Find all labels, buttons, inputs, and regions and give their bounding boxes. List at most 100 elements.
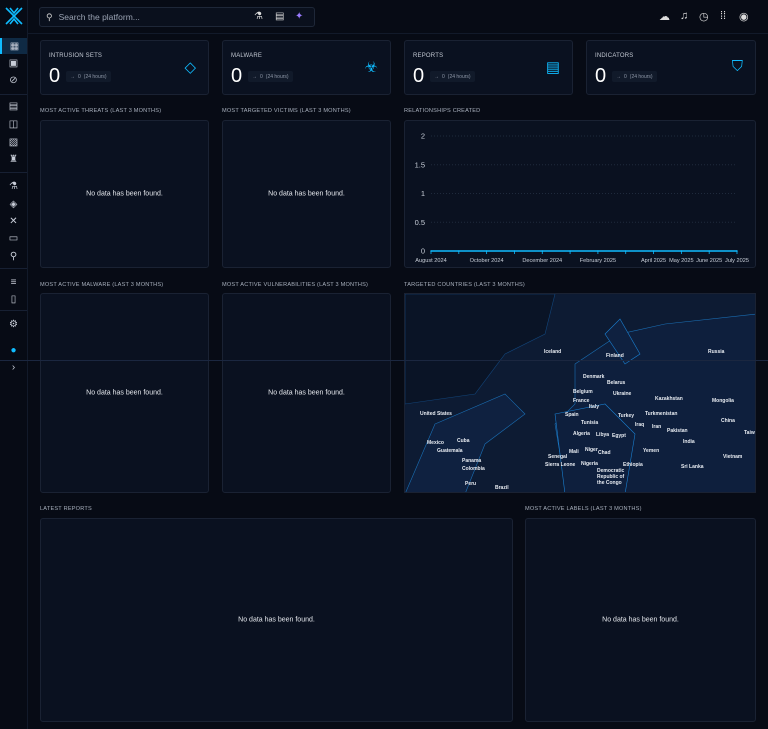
section-title: MOST ACTIVE LABELS (LAST 3 MONTHS) <box>525 506 642 512</box>
section-title: MOST TARGETED VICTIMS (LAST 3 MONTHS) <box>222 108 351 114</box>
nav-techniques[interactable]: ◈ <box>0 196 27 212</box>
section-title: MOST ACTIVE MALWARE (LAST 3 MONTHS) <box>40 282 164 288</box>
map-country-label: Pakistan <box>667 428 688 434</box>
data-point <box>652 250 655 252</box>
nav-dashboard[interactable]: ▦ <box>0 38 27 54</box>
map-country-label: Yemen <box>643 448 660 454</box>
apps-grid-icon[interactable]: ⁞⁞ <box>720 10 726 22</box>
stat-card-malware[interactable]: MALWARE 0 → 0 (24 hours) ☣ <box>222 40 391 95</box>
map-country-label: Mongolia <box>712 398 734 404</box>
app-logo[interactable] <box>4 6 24 26</box>
map-country-label: Algeria <box>573 431 590 437</box>
nav-cases[interactable]: ▤ <box>0 98 27 114</box>
nav-entities[interactable]: ✕ <box>0 213 27 229</box>
map-country-label: Turkey <box>618 413 635 419</box>
divider <box>0 94 27 95</box>
map-country-label: Colombia <box>462 466 485 472</box>
relationships-chart-panel: 0 0.5 1 1.5 2 August 2024 October 2024 December… <box>404 120 756 268</box>
map-country-label: United States <box>420 411 452 417</box>
y-tick-label: 1 <box>421 189 425 198</box>
cloud-upload-icon[interactable]: ☁ <box>659 10 670 23</box>
search-files-icon[interactable]: ▤ <box>275 11 284 22</box>
stat-delta: → 0 (24 hours) <box>612 71 657 82</box>
delta-value: 0 <box>624 73 627 80</box>
topbar: ⚲ Search the platform... ⚗ ▤ ✦ ☁ ♫ ◷ ⁞⁞ … <box>28 0 768 34</box>
sidebar-expand-icon[interactable]: › <box>0 359 27 375</box>
nav-observations[interactable]: ▧ <box>0 134 27 150</box>
divider <box>0 172 27 173</box>
delta-value: 0 <box>260 73 263 80</box>
search-input[interactable]: ⚲ Search the platform... ⚗ ▤ ✦ <box>39 7 315 27</box>
search-placeholder: Search the platform... <box>58 12 140 22</box>
map-country-label: Brazil <box>495 485 509 491</box>
data-point <box>569 250 571 252</box>
map-country-label: Vietnam <box>723 454 743 460</box>
data-point <box>513 250 516 252</box>
nav-locations[interactable]: ▭ <box>0 230 27 246</box>
delta-period: (24 hours) <box>629 73 653 80</box>
x-tick-label: July 2025 <box>725 258 749 264</box>
nav-arsenal[interactable]: ⚗ <box>0 178 27 194</box>
report-icon: ▤ <box>545 59 560 76</box>
no-data-text: No data has been found. <box>268 389 345 397</box>
y-tick-label: 2 <box>421 132 425 141</box>
stat-value: 0 <box>49 65 61 87</box>
map-country-label: Nigeria <box>581 461 598 467</box>
map-country-label: Egypt <box>612 433 626 439</box>
nav-threats[interactable]: ♜ <box>0 151 27 167</box>
x-tick-label: February 2025 <box>580 258 616 264</box>
map-country-label: Kazakhstan <box>655 396 683 402</box>
stat-delta: → 0 (24 hours) <box>66 71 111 82</box>
no-data-text: No data has been found. <box>602 616 679 624</box>
alarm-icon[interactable]: ◷ <box>699 10 709 23</box>
stat-delta: → 0 (24 hours) <box>248 71 293 82</box>
vulnerabilities-panel: No data has been found. <box>222 293 391 493</box>
targeted-countries-map[interactable]: Iceland Finland Russia Denmark Belarus Belgiu… <box>404 293 756 493</box>
map-country-label: France <box>573 398 590 404</box>
delta-period: (24 hours) <box>447 73 471 80</box>
delta-period: (24 hours) <box>265 73 289 80</box>
map-country-label: Sri Lanka <box>681 464 704 470</box>
stat-label: REPORTS <box>413 53 444 59</box>
nav-settings[interactable]: ⚙ <box>0 316 27 332</box>
search-icon: ⚲ <box>46 11 53 22</box>
account-icon[interactable]: ◉ <box>739 10 749 23</box>
data-point <box>736 250 738 252</box>
stat-card-intrusion-sets[interactable]: INTRUSION SETS 0 → 0 (24 hours) ◇ <box>40 40 209 95</box>
map-country-label: Finland <box>606 353 624 359</box>
nav-analyses[interactable]: ▣ <box>0 55 27 71</box>
map-country-label: Iraq <box>635 422 645 428</box>
delta-period: (24 hours) <box>83 73 107 80</box>
section-title: MOST ACTIVE THREATS (LAST 3 MONTHS) <box>40 108 162 114</box>
labels-panel: No data has been found. <box>525 518 756 722</box>
map-country-label: Senegal <box>548 454 568 460</box>
ai-sparkle-icon[interactable]: ✦ <box>295 11 303 22</box>
stat-value: 0 <box>231 65 243 87</box>
latest-reports-panel: No data has been found. <box>40 518 513 722</box>
nav-trash[interactable]: ▯ <box>0 291 27 307</box>
nav-globe-icon[interactable]: ● <box>0 342 27 358</box>
investigate-icon[interactable]: ⚗ <box>254 11 263 22</box>
nav-data[interactable]: ≡ <box>0 274 27 290</box>
map-country-label: Iran <box>652 424 662 430</box>
map-country-label: India <box>683 439 695 445</box>
nav-events[interactable]: ◫ <box>0 116 27 132</box>
divider <box>0 268 27 269</box>
notifications-icon[interactable]: ♫ <box>680 10 688 22</box>
x-tick-label: May 2025 <box>669 258 694 264</box>
nav-location-icon[interactable]: ⚲ <box>0 248 27 264</box>
delta-value: 0 <box>442 73 445 80</box>
stat-card-indicators[interactable]: INDICATORS 0 → 0 (24 hours) ⛉ <box>586 40 756 95</box>
stat-label: INTRUSION SETS <box>49 53 103 59</box>
stat-card-reports[interactable]: REPORTS 0 → 0 (24 hours) ▤ <box>404 40 573 95</box>
section-title: RELATIONSHIPS CREATED <box>404 108 481 114</box>
map-country-label: Mali <box>569 449 579 455</box>
malware-panel: No data has been found. <box>40 293 209 493</box>
data-point <box>458 250 460 252</box>
map-country-label: Russia <box>708 349 725 355</box>
no-data-text: No data has been found. <box>268 190 345 198</box>
map-country-label: Denmark <box>583 374 605 380</box>
nav-explore-icon[interactable]: ⊘ <box>0 72 27 88</box>
x-tick-label: October 2024 <box>470 258 504 264</box>
biohazard-icon: ☣ <box>364 59 378 76</box>
